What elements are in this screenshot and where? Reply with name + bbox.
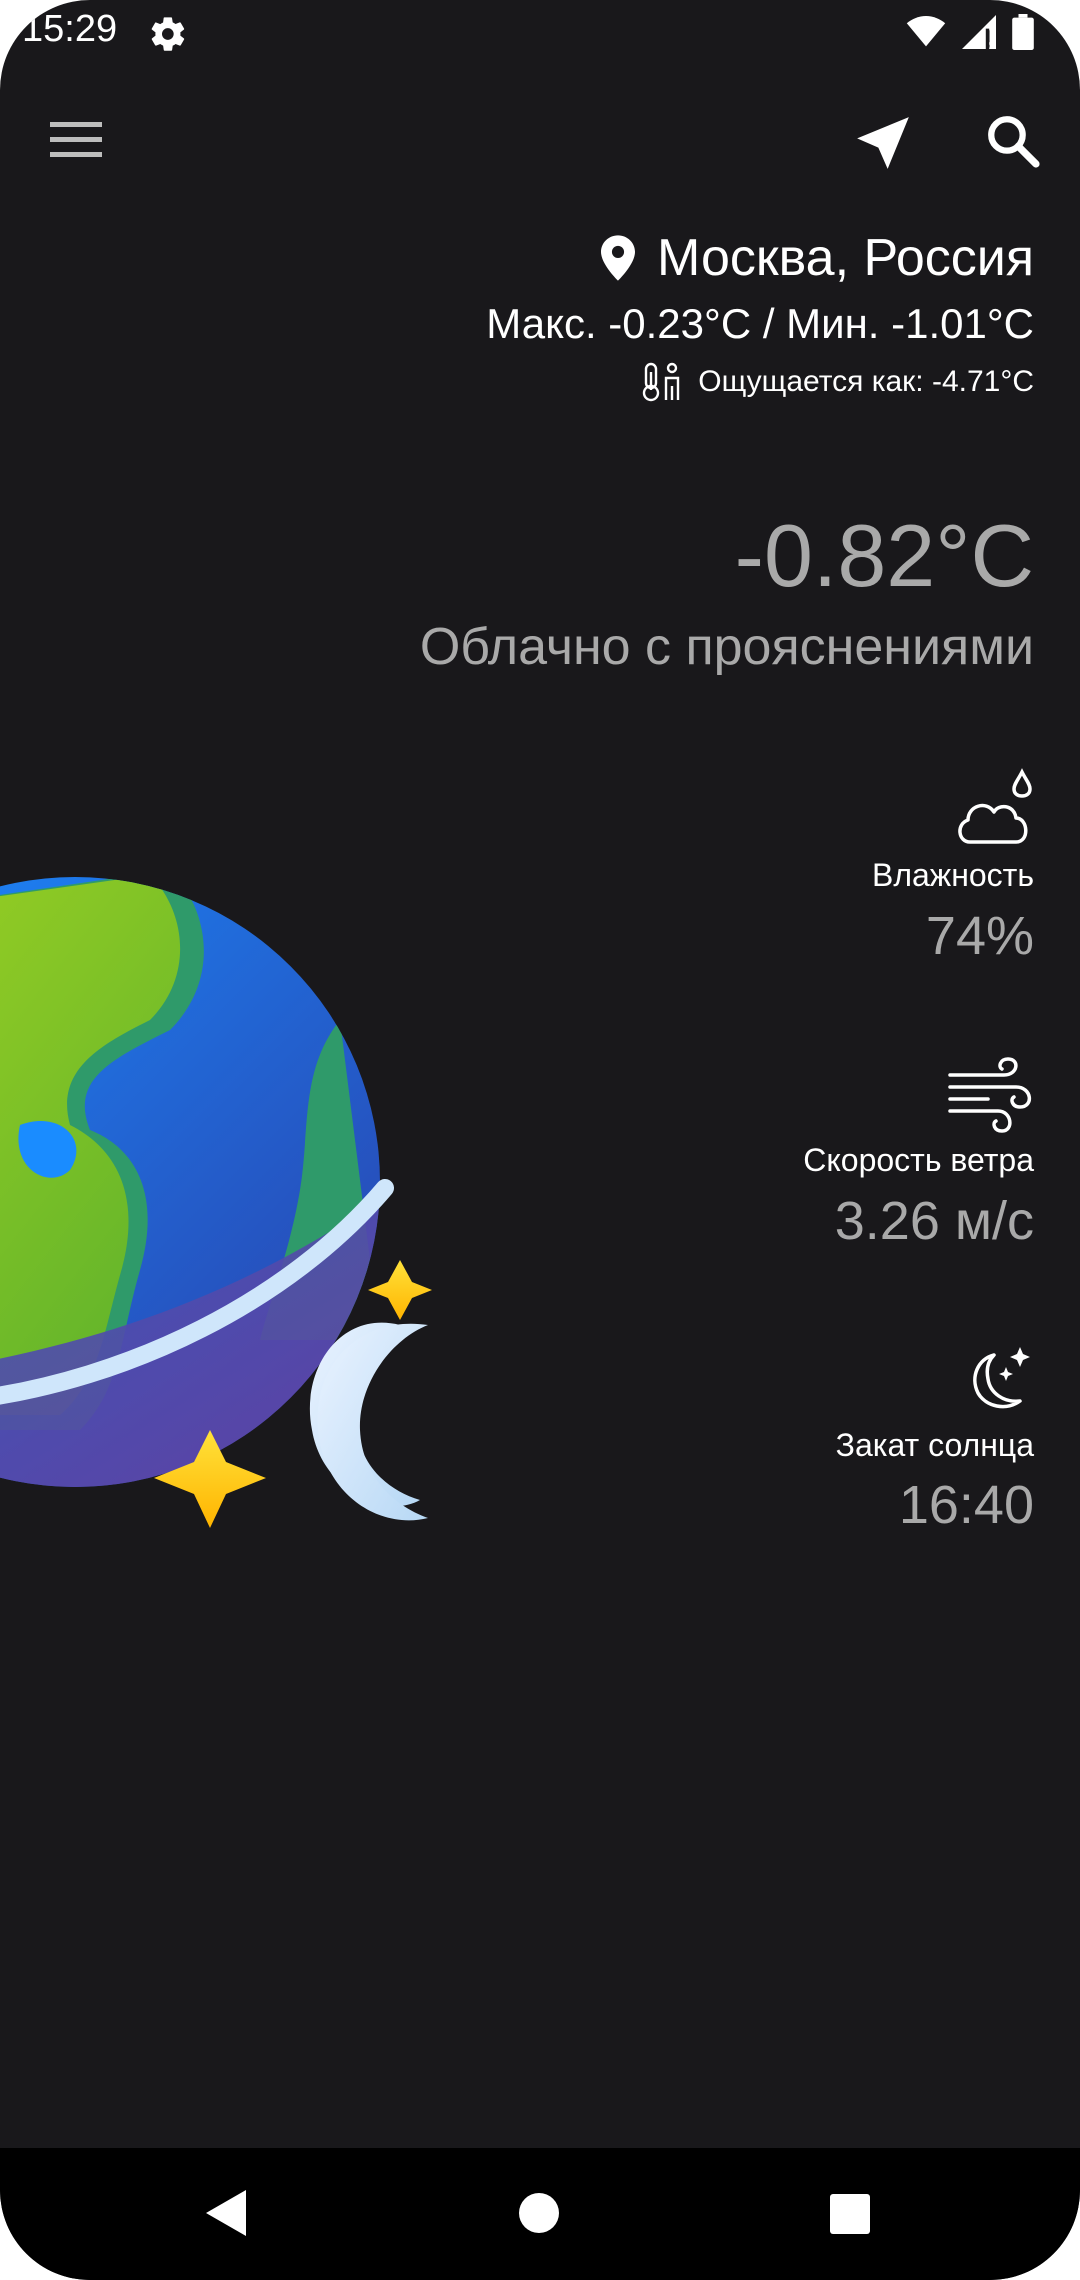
home-button[interactable] [518,2192,560,2234]
status-icons [906,14,1034,50]
feels-like-text: Ощущается как: -4.71°C [698,365,1034,398]
temperature-range: Макс. -0.23°C / Мин. -1.01°C [486,300,1034,347]
sunset-label: Закат солнца [835,1427,1034,1463]
humidity-label: Влажность [871,857,1034,893]
feels-like-row: Ощущается как: -4.71°C [642,362,1034,402]
map-pin-icon [601,235,636,281]
location-arrow-button[interactable] [852,112,914,174]
wifi-icon [906,16,946,47]
weather-screen: 15:29 Москва, Россия Макс. -0.23°C / Мин… [0,0,1080,2280]
recents-button[interactable] [829,2193,871,2235]
location-row: Москва, Россия [601,228,1034,288]
moon-stars-icon [973,1347,1030,1409]
status-bar: 15:29 [0,0,1080,70]
city-name: Москва, Россия [657,229,1034,287]
back-button[interactable] [206,2190,246,2236]
weather-description: Облачно с прояснениями [419,618,1034,676]
cloud-drop-icon [958,768,1032,844]
wind-label: Скорость ветра [803,1142,1034,1178]
gear-icon [151,17,185,51]
status-time: 15:29 [22,8,118,50]
thermometer-person-icon [643,362,680,402]
wind-value: 3.26 м/с [834,1191,1034,1251]
system-nav-bar [0,2148,1080,2280]
search-button[interactable] [984,112,1042,170]
planet-moon-illustration [0,877,432,1528]
menu-button[interactable] [46,115,108,165]
sunset-value: 16:40 [898,1475,1034,1535]
current-temperature: -0.82°C [734,506,1034,605]
humidity-value: 74% [925,906,1034,966]
signal-icon [962,15,996,49]
battery-icon [1012,14,1034,50]
wind-icon [948,1057,1031,1133]
